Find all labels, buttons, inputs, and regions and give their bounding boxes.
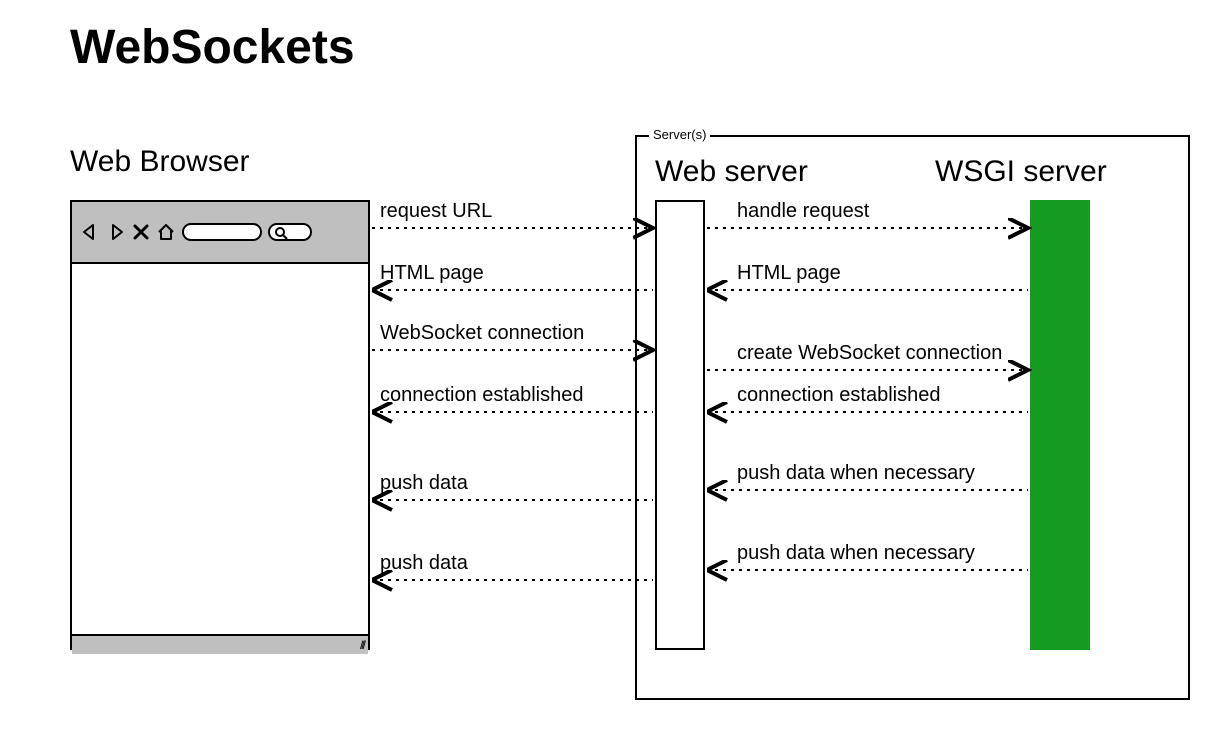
url-bar-icon — [182, 223, 262, 241]
web-browser-box: /// — [70, 200, 370, 650]
flow-label: WebSocket connection — [380, 322, 584, 345]
web-server-box — [655, 200, 705, 650]
servers-group-box: Server(s) — [635, 135, 1190, 700]
browser-heading: Web Browser — [70, 145, 250, 179]
flow-label: HTML page — [380, 262, 484, 285]
web-server-heading: Web server — [655, 155, 808, 189]
flow-label: connection established — [737, 384, 940, 407]
flow-label: HTML page — [737, 262, 841, 285]
flow-label: handle request — [737, 200, 869, 223]
close-icon — [132, 223, 150, 241]
flow-label: request URL — [380, 200, 492, 223]
flow-label: push data when necessary — [737, 542, 975, 565]
flow-label: push data — [380, 472, 468, 495]
flow-label: push data when necessary — [737, 462, 975, 485]
resize-grip-icon: /// — [360, 638, 364, 652]
wsgi-server-box — [1030, 200, 1090, 650]
home-icon — [156, 222, 176, 242]
forward-arrow-icon — [106, 222, 126, 242]
search-bar-icon — [268, 223, 312, 241]
flow-label: create WebSocket connection — [737, 342, 1002, 365]
page-title: WebSockets — [70, 20, 355, 75]
wsgi-server-heading: WSGI server — [935, 155, 1107, 189]
diagram-root: WebSockets Web Browser /// — [0, 0, 1223, 747]
flow-label: push data — [380, 552, 468, 575]
servers-group-legend: Server(s) — [649, 127, 710, 142]
browser-body — [72, 264, 368, 634]
flow-label: connection established — [380, 384, 583, 407]
browser-footer: /// — [72, 634, 368, 654]
browser-toolbar — [72, 202, 368, 264]
back-arrow-icon — [80, 222, 100, 242]
